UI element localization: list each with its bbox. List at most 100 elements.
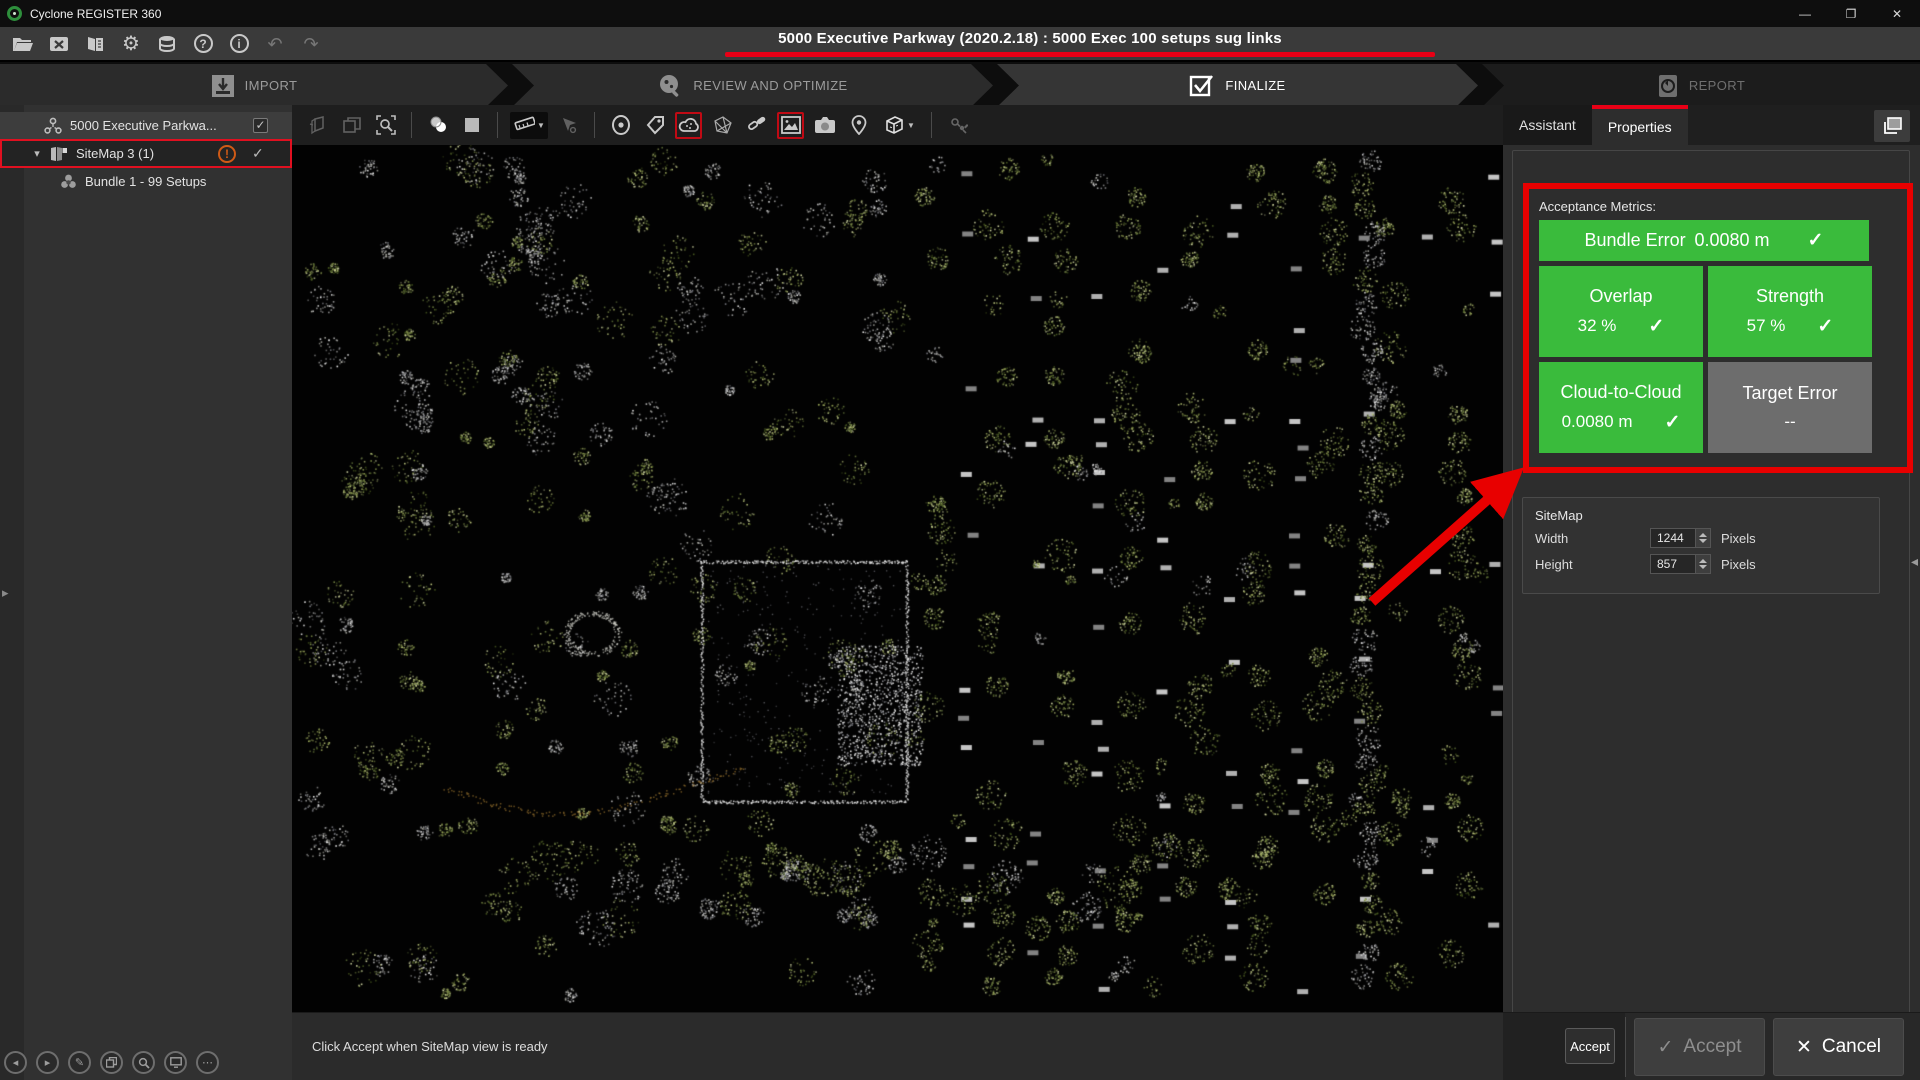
- clone-view-icon[interactable]: [338, 112, 365, 139]
- close-project-icon[interactable]: [48, 33, 70, 55]
- sitemap-heading: SiteMap: [1535, 508, 1879, 523]
- right-panel-collapse-icon[interactable]: ◂: [1911, 553, 1918, 570]
- sitemap-warning-icon: !: [218, 145, 236, 163]
- metric-cloud-to-cloud: Cloud-to-Cloud 0.0080 m✓: [1539, 362, 1703, 453]
- right-panel: Assistant Properties Acceptance Metrics:…: [1503, 105, 1920, 1080]
- measure-dropdown-caret[interactable]: ▼: [537, 121, 545, 130]
- view-cube-dropdown-caret[interactable]: ▼: [907, 121, 915, 130]
- strength-value: 57 %: [1747, 316, 1786, 336]
- width-label: Width: [1535, 531, 1650, 546]
- tag-label-icon[interactable]: [641, 112, 668, 139]
- tab-import-label: IMPORT: [245, 78, 298, 93]
- strength-check-icon: ✓: [1817, 315, 1833, 338]
- previous-icon[interactable]: ◂: [4, 1051, 27, 1074]
- accept-button[interactable]: ✓ Accept: [1634, 1018, 1765, 1076]
- project-title: 5000 Executive Parkway (2020.2.18) : 500…: [640, 30, 1420, 47]
- tab-finalize[interactable]: FINALIZE: [997, 64, 1478, 107]
- project-checkbox[interactable]: ✓: [253, 118, 268, 133]
- tree-item-sitemap[interactable]: ▾ SiteMap 3 (1) ! ✓: [0, 139, 292, 168]
- copy-view-icon[interactable]: [100, 1051, 123, 1074]
- accept-small-button[interactable]: Accept: [1565, 1028, 1615, 1064]
- about-info-icon[interactable]: i: [228, 33, 250, 55]
- bundle-error-label: Bundle Error: [1585, 230, 1686, 250]
- redo-icon[interactable]: ↷: [300, 33, 322, 55]
- screen-fit-icon[interactable]: [164, 1051, 187, 1074]
- overlap-label: Overlap: [1589, 286, 1652, 307]
- limit-box-icon[interactable]: [304, 112, 331, 139]
- blend-views-icon[interactable]: [424, 112, 451, 139]
- viewer-status-bar: Click Accept when SiteMap view is ready: [292, 1012, 1503, 1080]
- review-optimize-icon: [657, 73, 683, 99]
- overlap-value: 32 %: [1578, 316, 1617, 336]
- tab-report[interactable]: REPORT: [1482, 64, 1920, 107]
- tab-report-label: REPORT: [1689, 78, 1745, 93]
- geo-location-icon[interactable]: [845, 112, 872, 139]
- help-icon[interactable]: ?: [192, 33, 214, 55]
- sitemap-viewer: ▼: [292, 105, 1503, 1080]
- point-cloud-canvas[interactable]: [292, 145, 1503, 1012]
- acceptance-metrics-heading: Acceptance Metrics:: [1539, 199, 1899, 214]
- sitemap-image-icon[interactable]: [777, 112, 804, 139]
- close-button[interactable]: ✕: [1874, 0, 1920, 27]
- project-tree-sidebar: 5000 Executive Parkwa... ✓ ▾ SiteMap 3 (…: [0, 105, 292, 1080]
- link-icon[interactable]: [743, 112, 770, 139]
- right-panel-footer: Accept ✓ Accept ✕ Cancel: [1503, 1012, 1920, 1080]
- tab-review-and-optimize[interactable]: REVIEW AND OPTIMIZE: [512, 64, 993, 107]
- app-window: Cyclone REGISTER 360 — ❐ ✕ ⚙ ? i ↶: [0, 0, 1920, 1080]
- tree-item-bundle-label: Bundle 1 - 99 Setups: [85, 174, 206, 189]
- acceptance-metrics-annotation-box: Acceptance Metrics: Bundle Error 0.0080 …: [1523, 183, 1913, 473]
- zoom-area-icon[interactable]: [372, 112, 399, 139]
- setup-marker-icon[interactable]: [607, 112, 634, 139]
- expander-icon[interactable]: ▾: [30, 147, 44, 160]
- snapshot-camera-icon[interactable]: [811, 112, 838, 139]
- app-title: Cyclone REGISTER 360: [30, 7, 161, 21]
- point-cloud-icon[interactable]: [675, 112, 702, 139]
- viewer-nav-controls: ◂ ▸ ✎ ⋯: [4, 1051, 219, 1074]
- measure-ruler-icon[interactable]: ▼: [510, 112, 548, 139]
- target-error-value: --: [1784, 412, 1795, 432]
- storage-database-icon[interactable]: [156, 33, 178, 55]
- finalize-icon: [1189, 73, 1215, 99]
- tree-item-project-label: 5000 Executive Parkwa...: [70, 118, 217, 133]
- cancel-x-icon: ✕: [1796, 1036, 1812, 1059]
- zoom-search-icon[interactable]: [132, 1051, 155, 1074]
- width-input[interactable]: 1244: [1650, 528, 1696, 548]
- report-icon: [1657, 74, 1679, 98]
- height-input[interactable]: 857: [1650, 554, 1696, 574]
- width-unit: Pixels: [1721, 531, 1756, 546]
- more-options-icon[interactable]: ⋯: [196, 1051, 219, 1074]
- popout-panel-icon[interactable]: [1874, 110, 1910, 142]
- link-wireframe-icon[interactable]: [709, 112, 736, 139]
- import-icon: [211, 74, 235, 98]
- reports-icon[interactable]: [84, 33, 106, 55]
- probe-point-icon[interactable]: [555, 112, 582, 139]
- metric-target-error: Target Error --: [1708, 362, 1872, 453]
- sitemap-properties-box: SiteMap Width 1244 Pixels Height 857 Pix…: [1522, 497, 1880, 594]
- tab-import[interactable]: IMPORT: [0, 64, 508, 107]
- tree-item-project[interactable]: 5000 Executive Parkwa... ✓: [0, 112, 292, 139]
- view-cube-icon[interactable]: ▼: [879, 112, 919, 139]
- edit-pencil-icon[interactable]: ✎: [68, 1051, 91, 1074]
- tree-item-bundle[interactable]: Bundle 1 - 99 Setups: [0, 168, 292, 195]
- open-project-icon[interactable]: [12, 33, 34, 55]
- titlebar: Cyclone REGISTER 360 — ❐ ✕: [0, 0, 1920, 27]
- width-stepper[interactable]: [1696, 528, 1711, 548]
- undo-icon[interactable]: ↶: [264, 33, 286, 55]
- right-panel-tabs: Assistant Properties: [1503, 105, 1920, 145]
- height-stepper[interactable]: [1696, 554, 1711, 574]
- tab-assistant[interactable]: Assistant: [1503, 105, 1592, 145]
- next-icon[interactable]: ▸: [36, 1051, 59, 1074]
- adjust-links-icon[interactable]: [944, 112, 971, 139]
- maximize-button[interactable]: ❐: [1828, 0, 1874, 27]
- metric-bundle-error: Bundle Error 0.0080 m ✓: [1539, 220, 1869, 261]
- tab-finalize-label: FINALIZE: [1225, 78, 1285, 93]
- cancel-button[interactable]: ✕ Cancel: [1773, 1018, 1904, 1076]
- tab-properties[interactable]: Properties: [1592, 105, 1688, 145]
- metric-overlap: Overlap 32 %✓: [1539, 266, 1703, 357]
- settings-gear-icon[interactable]: ⚙: [120, 33, 142, 55]
- sitemap-check-icon[interactable]: ✓: [252, 145, 264, 162]
- sidebar-collapse-icon[interactable]: ▸: [2, 585, 9, 601]
- mask-region-icon[interactable]: [458, 112, 485, 139]
- minimize-button[interactable]: —: [1782, 0, 1828, 27]
- cancel-button-label: Cancel: [1822, 1036, 1881, 1058]
